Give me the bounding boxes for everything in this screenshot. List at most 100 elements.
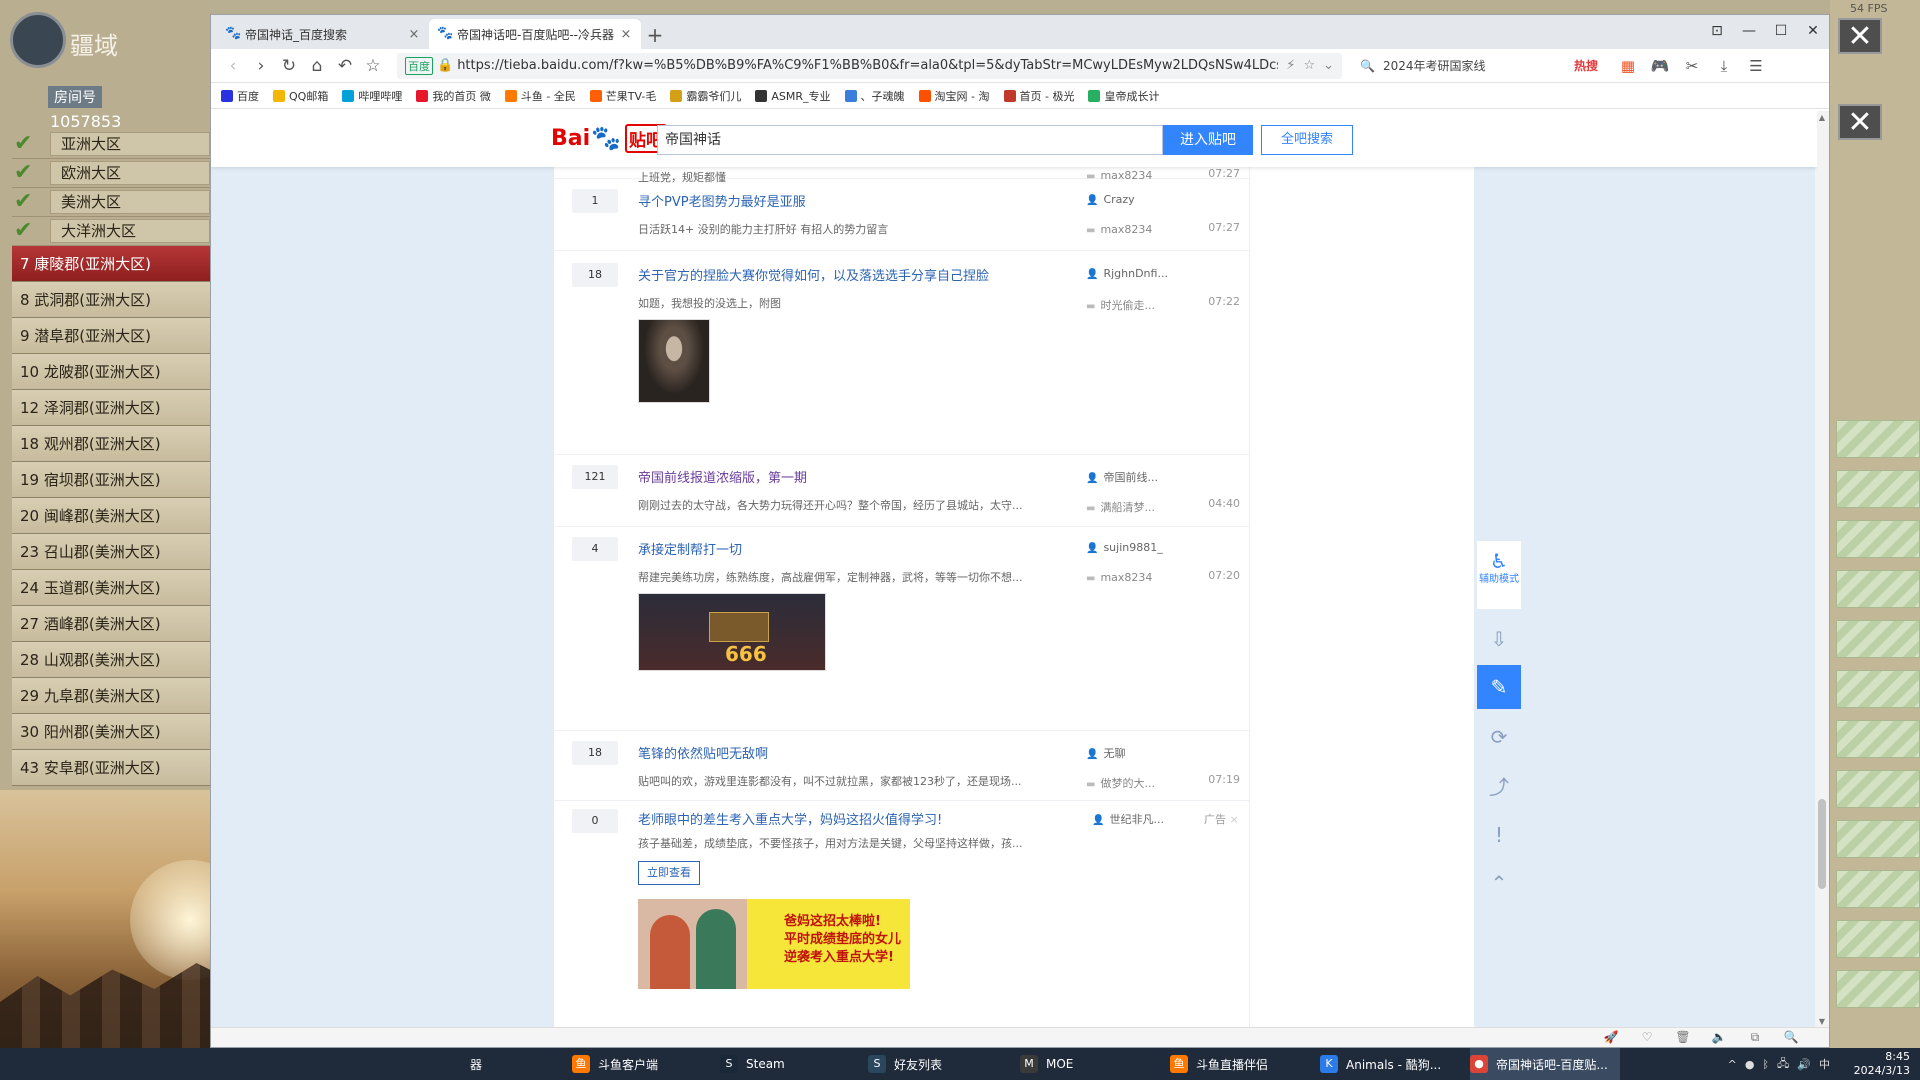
thread-title[interactable]: 寻个PVP老图势力最好是亚服: [638, 191, 806, 210]
ime-indicator[interactable]: 中: [1819, 1056, 1830, 1072]
compose-post-icon[interactable]: ✎: [1477, 665, 1521, 709]
ad-author[interactable]: 👤 世纪非凡...: [1092, 811, 1164, 827]
star-icon[interactable]: ☆: [359, 52, 387, 80]
volume-icon[interactable]: 🔊: [1797, 1058, 1811, 1071]
tab-tieba[interactable]: 🐾 帝国神话吧-百度贴吧--冷兵器 ×: [429, 19, 641, 49]
trash-icon[interactable]: 🗑: [1665, 1030, 1701, 1045]
thread-last-reply-user[interactable]: ▬ max8234: [1086, 571, 1152, 584]
assist-mode-button[interactable]: ♿ 辅助模式: [1477, 541, 1521, 609]
report-icon[interactable]: !: [1477, 813, 1521, 857]
taskbar-item-active[interactable]: ● 帝国神话吧-百度贴...: [1470, 1048, 1620, 1080]
scroll-thumb[interactable]: [1818, 799, 1826, 889]
address-bar[interactable]: 百度 🔒 https://tieba.baidu.com/f?kw=%B5%DB…: [397, 52, 1342, 79]
thread-author[interactable]: 👤 RjghnDnfi...: [1086, 267, 1168, 280]
thread-thumbnail[interactable]: 666: [638, 593, 826, 671]
region-item[interactable]: ✔ 大洋洲大区: [12, 217, 210, 246]
mute-icon[interactable]: 🔈: [1701, 1030, 1737, 1045]
checkbox-checked-icon[interactable]: ✔: [14, 219, 40, 243]
window-icon[interactable]: ⧉: [1737, 1030, 1773, 1045]
thread-author[interactable]: 👤 帝国前线...: [1086, 469, 1158, 485]
taskbar-item[interactable]: 鱼斗鱼直播伴侣: [1170, 1048, 1268, 1080]
game-close-icon[interactable]: ✕: [1838, 104, 1882, 140]
baidu-tieba-logo[interactable]: Bai 🐾 贴吧: [551, 121, 668, 155]
county-item[interactable]: 12 泽洞郡(亚洲大区): [12, 390, 210, 426]
tray-expand-icon[interactable]: ^: [1728, 1058, 1737, 1071]
hot-search-badge[interactable]: 热搜: [1574, 57, 1598, 74]
taskbar-item[interactable]: S Steam: [720, 1048, 785, 1080]
bookmark-item[interactable]: 首页 - 极光: [1003, 88, 1074, 104]
system-clock[interactable]: 8:45 2024/3/13: [1840, 1050, 1910, 1078]
heart-icon[interactable]: ♡: [1629, 1030, 1665, 1045]
search-query[interactable]: 2024年考研国家线: [1383, 57, 1486, 74]
window-close-icon[interactable]: ✕: [1797, 15, 1829, 49]
bookmark-item[interactable]: 霸霸爷们儿: [670, 88, 741, 104]
share-icon[interactable]: ⤴: [1477, 765, 1521, 809]
county-item[interactable]: 23 召山郡(美洲大区): [12, 534, 210, 570]
close-icon[interactable]: ×: [1230, 813, 1239, 826]
thread-item[interactable]: 4 承接定制帮打一切 帮建完美练功房，练熟练度，高战雇佣军，定制神器，武将，等等…: [554, 527, 1250, 731]
chevron-down-icon[interactable]: ⌄: [1323, 58, 1334, 73]
county-item[interactable]: 9 潜阜郡(亚洲大区): [12, 318, 210, 354]
bookmark-item[interactable]: ASMR_专业: [755, 88, 831, 104]
scissors-icon[interactable]: ✂: [1676, 57, 1708, 75]
bookmark-star-icon[interactable]: ☆: [1303, 58, 1315, 73]
ad-thread-item[interactable]: 0 老师眼中的差生考入重点大学，妈妈这招火值得学习! 孩子基础差，成绩垫底，不要…: [554, 801, 1250, 1028]
reload-icon[interactable]: ↻: [275, 52, 303, 80]
close-icon[interactable]: ×: [407, 27, 421, 42]
thread-title[interactable]: 帝国前线报道浓缩版，第一期: [638, 467, 807, 486]
thread-author[interactable]: 👤 Crazy: [1086, 193, 1135, 206]
thread-title[interactable]: 承接定制帮打一切: [638, 539, 742, 558]
bookmark-item[interactable]: 斗鱼 - 全民: [504, 88, 576, 104]
bookmark-item[interactable]: 皇帝成长计: [1088, 88, 1159, 104]
thread-title[interactable]: 关于官方的捏脸大赛你觉得如何，以及落选选手分享自己捏脸: [638, 265, 989, 284]
home-icon[interactable]: ⌂: [303, 52, 331, 80]
bluetooth-icon[interactable]: ᛒ: [1762, 1058, 1769, 1071]
county-item[interactable]: 20 闽峰郡(美洲大区): [12, 498, 210, 534]
thread-last-reply-user[interactable]: ▬ 时光偷走...: [1086, 297, 1155, 313]
taskbar-item[interactable]: S 好友列表: [868, 1048, 942, 1080]
all-tieba-search-button[interactable]: 全吧搜索: [1261, 125, 1353, 155]
tray-app-icon[interactable]: ●: [1745, 1058, 1755, 1071]
scroll-up-icon[interactable]: ▲: [1815, 113, 1829, 122]
download-app-icon[interactable]: ⇩: [1477, 617, 1521, 661]
thread-item[interactable]: 18 关于官方的捏脸大赛你觉得如何，以及落选选手分享自己捏脸 如题，我想投的没选…: [554, 251, 1250, 455]
thread-last-reply-user[interactable]: ▬ 做梦的大...: [1086, 775, 1155, 791]
county-item[interactable]: 19 宿坝郡(亚洲大区): [12, 462, 210, 498]
close-icon[interactable]: ×: [619, 27, 633, 42]
network-icon[interactable]: 🖧: [1777, 1055, 1789, 1074]
thread-author[interactable]: 👤 无聊: [1086, 745, 1125, 761]
zoom-icon[interactable]: 🔍: [1773, 1030, 1809, 1045]
checkbox-checked-icon[interactable]: ✔: [14, 161, 40, 185]
forward-icon[interactable]: ›: [247, 52, 275, 80]
download-icon[interactable]: ⤓: [1708, 57, 1740, 75]
bookmark-item[interactable]: 哔哩哔哩: [342, 88, 402, 104]
taskbar-item[interactable]: M MOE: [1020, 1048, 1073, 1080]
bookmark-item[interactable]: 芒果TV-毛: [589, 88, 656, 104]
enter-tieba-button[interactable]: 进入贴吧: [1163, 125, 1253, 155]
thread-thumbnail[interactable]: [638, 319, 710, 403]
taskbar-item[interactable]: 鱼斗鱼客户端: [572, 1048, 658, 1080]
checkbox-checked-icon[interactable]: ✔: [14, 132, 40, 156]
maximize-icon[interactable]: ☐: [1765, 15, 1797, 49]
thread-title[interactable]: 笔锋的依然贴吧无敌啊: [638, 743, 768, 762]
region-item[interactable]: ✔ 欧洲大区: [12, 159, 210, 188]
ad-image[interactable]: 爸妈这招太棒啦! 平时成绩垫底的女儿 逆袭考入重点大学!: [638, 899, 910, 989]
bookmark-item[interactable]: QQ邮箱: [273, 88, 328, 104]
thread-last-reply-user[interactable]: ▬ max8234: [1086, 223, 1152, 236]
county-item[interactable]: 29 九阜郡(美洲大区): [12, 678, 210, 714]
bookmark-item[interactable]: 我的首页 微: [416, 88, 491, 104]
region-item[interactable]: ✔ 亚洲大区: [12, 130, 210, 159]
bookmark-item[interactable]: 百度: [221, 88, 259, 104]
county-item[interactable]: 27 酒峰郡(美洲大区): [12, 606, 210, 642]
county-item[interactable]: 10 龙陂郡(亚洲大区): [12, 354, 210, 390]
new-tab-button[interactable]: +: [641, 21, 669, 49]
county-item[interactable]: 8 武洞郡(亚洲大区): [12, 282, 210, 318]
url-text[interactable]: https://tieba.baidu.com/f?kw=%B5%DB%B9%F…: [457, 58, 1278, 73]
browser-search-box[interactable]: 🔍 2024年考研国家线 热搜: [1354, 53, 1604, 79]
thread-last-reply-user[interactable]: ▬ 满船清梦...: [1086, 499, 1155, 515]
vertical-scrollbar[interactable]: ▲ ▼: [1815, 111, 1829, 1028]
taskbar-item[interactable]: K Animals - 酷狗...: [1320, 1048, 1441, 1080]
ad-view-button[interactable]: 立即查看: [638, 861, 700, 885]
thread-item[interactable]: 18 笔锋的依然贴吧无敌啊 贴吧叫的欢，游戏里连影都没有，叫不过就拉黑，家都被1…: [554, 731, 1250, 801]
back-icon[interactable]: ‹: [219, 52, 247, 80]
